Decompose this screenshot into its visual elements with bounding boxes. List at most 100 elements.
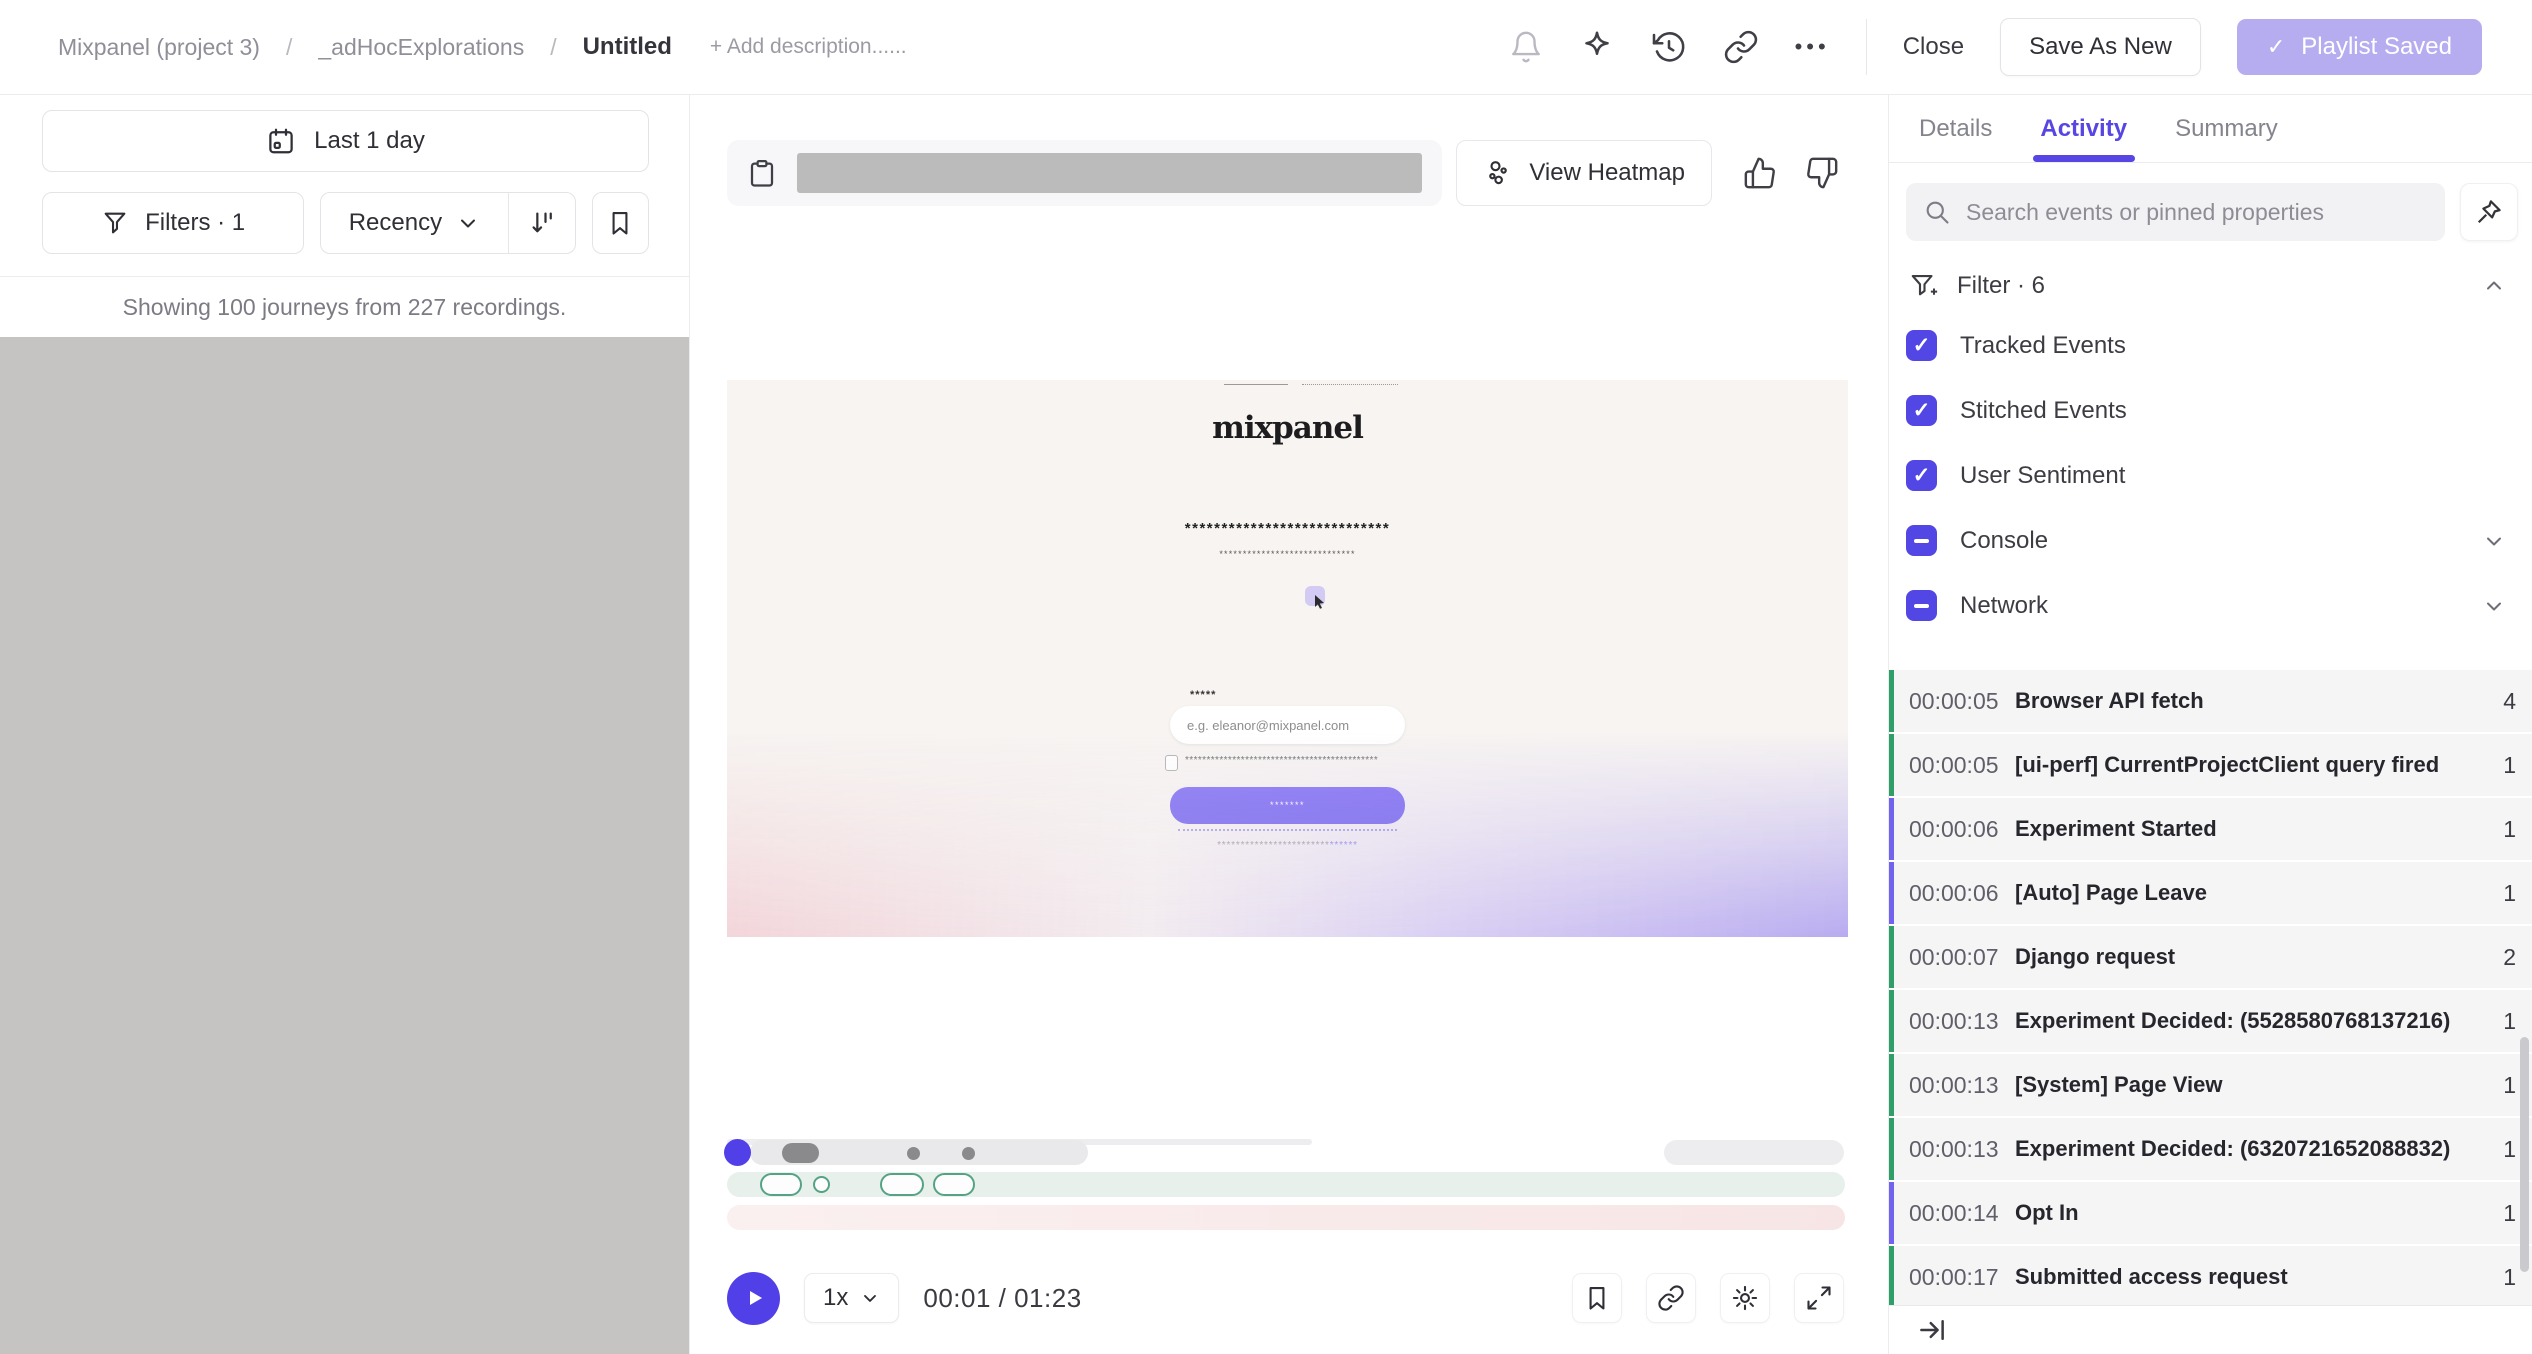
copy-url-button[interactable] xyxy=(747,158,777,188)
tab-summary[interactable]: Summary xyxy=(2175,95,2278,162)
funnel-plus-icon xyxy=(1909,271,1939,301)
search-input[interactable] xyxy=(1906,183,2445,241)
playback-speed-button[interactable]: 1x xyxy=(804,1273,899,1323)
event-row[interactable]: 00:00:14 Opt In 1 xyxy=(1889,1182,2532,1244)
event-timestamp: 00:00:13 xyxy=(1909,1136,2015,1163)
event-row[interactable]: 00:00:06 [Auto] Page Leave 1 xyxy=(1889,862,2532,924)
event-label: [System] Page View xyxy=(2015,1072,2503,1098)
date-range-button[interactable]: Last 1 day xyxy=(42,110,649,172)
event-list: 00:00:05 Browser API fetch 4 00:00:05 [u… xyxy=(1889,670,2532,1308)
event-row[interactable]: 00:00:13 Experiment Decided: (6320721652… xyxy=(1889,1118,2532,1180)
event-count: 1 xyxy=(2503,880,2516,907)
fullscreen-button[interactable] xyxy=(1794,1273,1844,1323)
event-row[interactable]: 00:00:06 Experiment Started 1 xyxy=(1889,798,2532,860)
scrollbar-thumb[interactable] xyxy=(2520,1037,2529,1272)
event-label: Django request xyxy=(2015,944,2503,970)
share-link-button[interactable] xyxy=(1646,1273,1696,1323)
thumbs-up-button[interactable] xyxy=(1738,151,1782,195)
filter-label: Stitched Events xyxy=(1960,397,2127,425)
timeline-playhead[interactable] xyxy=(724,1139,751,1166)
sort-dropdown[interactable]: Recency xyxy=(321,193,507,253)
event-row[interactable]: 00:00:13 Experiment Decided: (5528580768… xyxy=(1889,990,2532,1052)
history-button[interactable] xyxy=(1651,29,1687,65)
saved-views-button[interactable] xyxy=(592,192,649,254)
event-row[interactable]: 00:00:07 Django request 2 xyxy=(1889,926,2532,988)
interaction-marker[interactable] xyxy=(880,1173,924,1196)
save-as-new-button[interactable]: Save As New xyxy=(2000,18,2201,76)
chevron-down-icon[interactable] xyxy=(2482,529,2506,553)
event-timestamp: 00:00:05 xyxy=(1909,752,2015,779)
collapse-panel-button[interactable] xyxy=(1917,1315,1947,1345)
breadcrumb: Mixpanel (project 3) / _adHocExploration… xyxy=(58,33,907,61)
tab-details[interactable]: Details xyxy=(1919,95,1992,162)
sidebar-tabs: Details Activity Summary xyxy=(1889,95,2532,163)
playlist-saved-button[interactable]: ✓ Playlist Saved xyxy=(2237,19,2482,75)
add-description-button[interactable]: + Add description...... xyxy=(710,35,907,59)
time-display: 00:01 / 01:23 xyxy=(923,1283,1081,1314)
chevron-down-icon xyxy=(860,1288,880,1308)
event-label: [Auto] Page Leave xyxy=(2015,880,2503,906)
event-row[interactable]: 00:00:05 [ui-perf] CurrentProjectClient … xyxy=(1889,734,2532,796)
chevron-down-icon[interactable] xyxy=(2482,594,2506,618)
pinned-properties-button[interactable] xyxy=(2460,183,2518,241)
bookmark-icon xyxy=(606,209,634,237)
url-bar xyxy=(727,140,1442,206)
timeline-error-track[interactable] xyxy=(727,1205,1845,1230)
event-filter-row: ✓ User Sentiment xyxy=(1906,443,2506,508)
breadcrumb-board[interactable]: _adHocExplorations xyxy=(318,34,524,61)
thumbs-down-icon xyxy=(1805,156,1839,190)
sort-direction-button[interactable] xyxy=(509,193,575,253)
view-heatmap-button[interactable]: View Heatmap xyxy=(1456,140,1712,206)
event-timestamp: 00:00:14 xyxy=(1909,1200,2015,1227)
indeterminate-icon xyxy=(1914,539,1929,543)
recordings-list-redacted[interactable] xyxy=(0,337,689,1354)
timeline-interaction-track[interactable] xyxy=(727,1172,1845,1197)
copy-link-button[interactable] xyxy=(1723,29,1759,65)
recordings-controls: Last 1 day Filters · 1 Recency xyxy=(0,95,689,254)
tab-activity[interactable]: Activity xyxy=(2040,95,2127,162)
event-timestamp: 00:00:05 xyxy=(1909,688,2015,715)
bookmark-moment-button[interactable] xyxy=(1572,1273,1622,1323)
checkbox[interactable]: ✓ xyxy=(1906,395,1937,426)
event-count: 1 xyxy=(2503,752,2516,779)
notifications-button[interactable] xyxy=(1509,30,1543,64)
session-replay-app: Mixpanel (project 3) / _adHocExploration… xyxy=(0,0,2532,1354)
search-icon xyxy=(1923,198,1951,226)
checkbox[interactable]: ✓ xyxy=(1906,460,1937,491)
event-filter-header[interactable]: Filter · 6 xyxy=(1889,241,2532,309)
event-timestamp: 00:00:13 xyxy=(1909,1072,2015,1099)
event-timestamp: 00:00:06 xyxy=(1909,880,2015,907)
replay-page-gradient xyxy=(727,732,1848,937)
breadcrumb-project[interactable]: Mixpanel (project 3) xyxy=(58,34,260,61)
sort-label: Recency xyxy=(349,209,442,237)
check-icon: ✓ xyxy=(1913,465,1931,486)
more-options-button[interactable]: ••• xyxy=(1795,34,1830,60)
thumbs-down-button[interactable] xyxy=(1800,151,1844,195)
date-range-label: Last 1 day xyxy=(314,127,425,155)
ai-assistant-button[interactable] xyxy=(1579,29,1615,65)
filters-button[interactable]: Filters · 1 xyxy=(42,192,304,254)
event-row[interactable]: 00:00:17 Submitted access request 1 xyxy=(1889,1246,2532,1308)
speed-label: 1x xyxy=(823,1284,848,1312)
chevron-up-icon[interactable] xyxy=(2482,274,2506,298)
checkbox[interactable] xyxy=(1906,525,1937,556)
player-settings-button[interactable] xyxy=(1720,1273,1770,1323)
interaction-marker[interactable] xyxy=(813,1176,830,1193)
event-label: Experiment Started xyxy=(2015,816,2503,842)
checkbox[interactable]: ✓ xyxy=(1906,330,1937,361)
event-row[interactable]: 00:00:05 Browser API fetch 4 xyxy=(1889,670,2532,732)
close-button[interactable]: Close xyxy=(1903,33,1964,61)
event-count: 1 xyxy=(2503,816,2516,843)
breadcrumb-report-title[interactable]: Untitled xyxy=(583,33,672,61)
event-count: 1 xyxy=(2503,1008,2516,1035)
journeys-count-text: Showing 100 journeys from 227 recordings… xyxy=(0,277,689,337)
play-button[interactable] xyxy=(727,1272,780,1325)
event-row[interactable]: 00:00:13 [System] Page View 1 xyxy=(1889,1054,2532,1116)
search-wrap xyxy=(1906,183,2445,241)
checkbox[interactable] xyxy=(1906,590,1937,621)
top-actions: ••• Close Save As New ✓ Playlist Saved xyxy=(1509,18,2482,76)
timeline-scrubber[interactable] xyxy=(727,1139,1845,1166)
interaction-marker[interactable] xyxy=(933,1173,975,1196)
interaction-marker[interactable] xyxy=(760,1173,802,1196)
filter-label: Tracked Events xyxy=(1960,332,2126,360)
